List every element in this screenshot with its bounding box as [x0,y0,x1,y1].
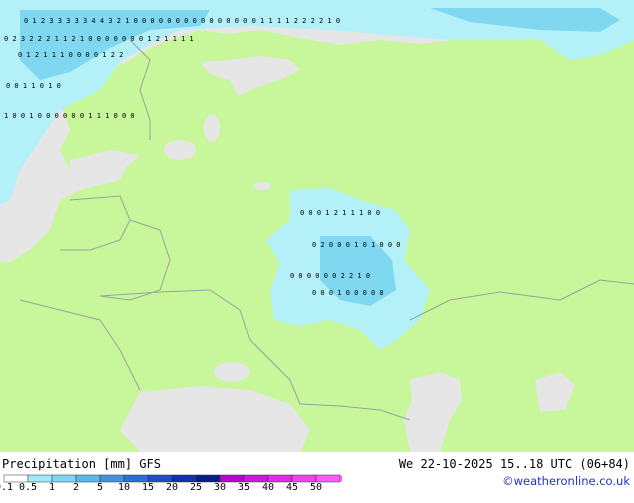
point-values-row: 0 1 2 3 3 3 3 3 4 4 3 2 1 0 0 0 0 0 0 0 … [24,17,340,25]
color-bar-segment [219,474,245,483]
color-bar-segment [27,474,53,483]
point-values-row: 0 2 0 0 0 1 0 1 0 0 0 [312,241,401,249]
color-bar-segment [147,474,173,483]
legend-panel: Precipitation [mm] GFS We 22-10-2025 15.… [0,452,634,493]
color-bar-segment [195,474,221,483]
color-bar-tick-label: 0.5 [18,482,38,493]
legend-title: Precipitation [mm] GFS [2,457,161,471]
credit-link[interactable]: ©weatheronline.co.uk [502,474,630,488]
color-bar-tick-label: 35 [237,482,251,493]
point-values-row: 0 0 0 0 0 0 2 2 1 0 [290,272,370,280]
color-bar-tick-label: 25 [189,482,203,493]
color-bar-segment [3,474,29,483]
color-bar-tick-label: 30 [213,482,227,493]
point-values-row: 0 1 2 1 1 1 0 0 0 0 1 2 2 [18,51,123,59]
point-values-row: 0 0 0 1 0 0 0 0 0 [312,289,384,297]
rybinsk-reservoir [253,182,271,190]
color-bar-tick-label: 2 [72,482,80,493]
color-bar-segment [171,474,197,483]
color-bar-segment [99,474,125,483]
color-bar-segment [243,474,269,483]
azov-sea [214,362,250,382]
color-bar-segment [267,474,293,483]
point-values-row: 1 0 0 1 0 0 0 0 0 0 1 1 1 0 0 0 [4,112,135,120]
color-bar-tick-label: 0.1 [0,482,14,493]
color-bar-tick-label: 20 [165,482,179,493]
color-bar-tick-label: 10 [117,482,131,493]
color-bar-segment [75,474,101,483]
lake-onega [204,114,220,142]
point-values-row: 0 2 3 2 2 2 1 1 2 1 0 0 0 0 0 0 0 1 2 1 … [4,35,194,43]
valid-time-label: We 22-10-2025 15..18 UTC (06+84) [398,457,630,471]
lake-ladoga [164,140,196,160]
color-bar-tick-label: 45 [285,482,299,493]
color-bar-tick-label: 5 [96,482,104,493]
color-bar-segment [291,474,317,483]
color-bar-segment [123,474,149,483]
color-bar-tick-label: 15 [141,482,155,493]
color-bar-segment [51,474,77,483]
color-bar-arrow [340,475,342,482]
weather-map-figure: 0 1 2 3 3 3 3 3 4 4 3 2 1 0 0 0 0 0 0 0 … [0,0,634,493]
point-values-row: 0 0 1 1 0 1 0 [6,82,61,90]
color-bar-tick-label: 40 [261,482,275,493]
color-bar-tick-label: 1 [48,482,56,493]
color-bar-tick-label: 50 [309,482,323,493]
point-values-row: 0 0 0 1 2 1 1 1 0 0 [300,209,380,217]
color-bar-segment [315,474,341,483]
precipitation-map: 0 1 2 3 3 3 3 3 4 4 3 2 1 0 0 0 0 0 0 0 … [0,0,634,452]
